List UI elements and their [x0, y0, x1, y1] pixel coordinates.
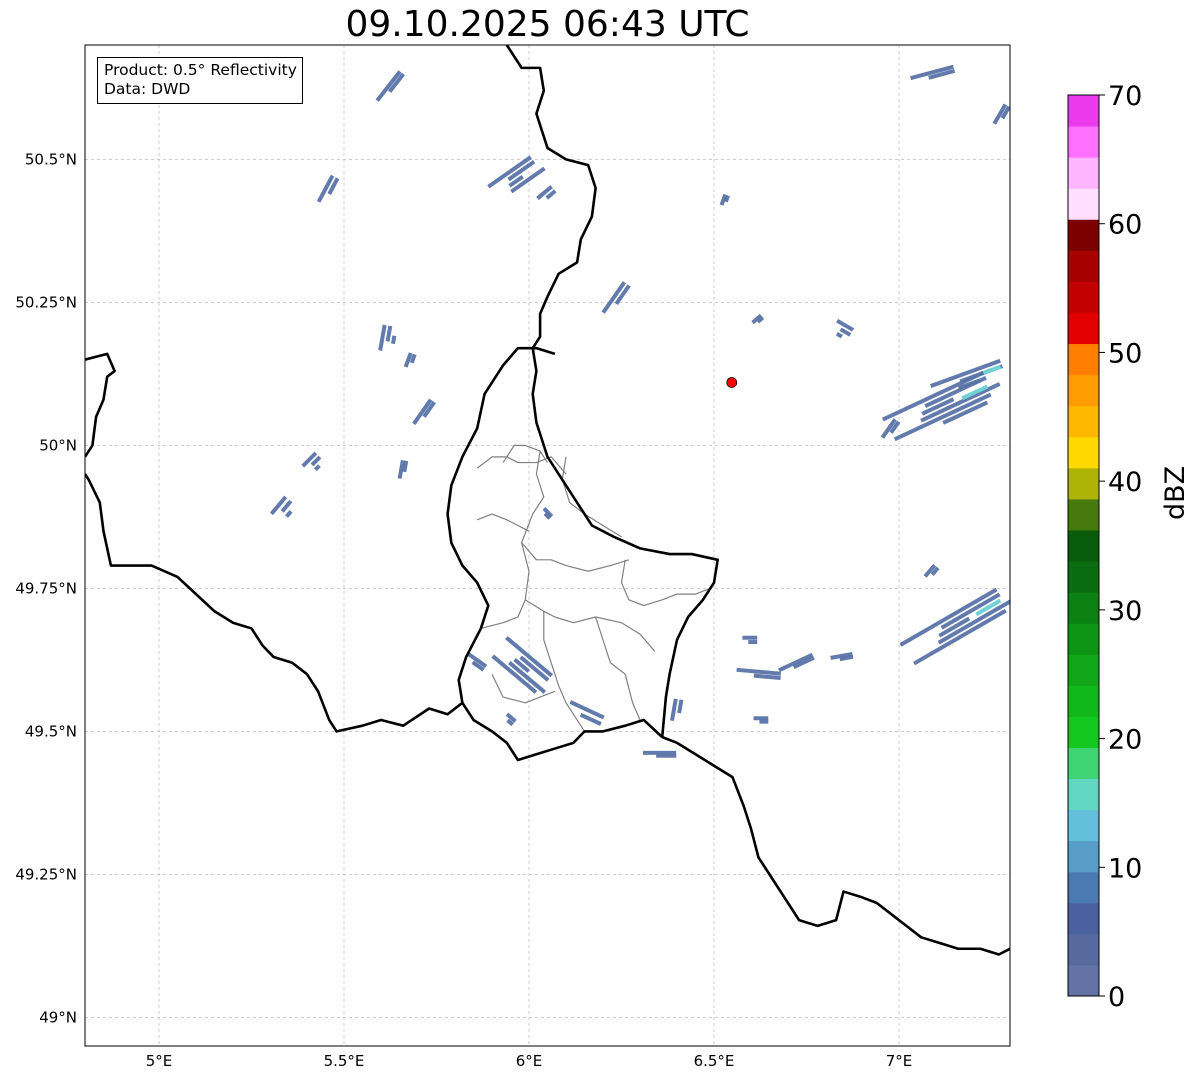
colorbar-tick-label: 70 [1108, 81, 1142, 112]
colorbar-segment [1068, 933, 1099, 966]
colorbar-segment [1068, 529, 1099, 562]
lon-tick-label: 7°E [886, 1052, 913, 1070]
colorbar-segment [1068, 343, 1099, 376]
colorbar: 0 10 20 30 40 50 60 70 [1067, 81, 1142, 1013]
data-source-label: Data: DWD [104, 80, 191, 98]
colorbar-segment [1068, 623, 1099, 655]
colorbar-segment [1068, 467, 1099, 500]
lon-tick-label: 6°E [516, 1052, 543, 1070]
lat-tick-label: 49.5°N [25, 722, 77, 740]
colorbar-tick-label: 10 [1108, 853, 1142, 884]
colorbar-segment [1068, 561, 1099, 593]
colorbar-tick-label: 60 [1108, 210, 1142, 241]
lat-tick-label: 50°N [39, 436, 77, 454]
product-info-box: Product: 0.5° Reflectivity Data: DWD [97, 57, 303, 104]
colorbar-segment [1068, 592, 1099, 624]
colorbar-segment [1068, 126, 1099, 158]
colorbar-segment [1068, 840, 1099, 873]
colorbar-segment [1068, 281, 1099, 313]
colorbar-segment [1068, 654, 1099, 686]
radar-site-layer [726, 377, 738, 388]
radar-map[interactable]: 5°E 5.5°E 6°E 6.5°E 7°E 50.5°N 50.25°N 50°N 49.7… [0, 0, 1202, 1081]
colorbar-tick-label: 40 [1108, 467, 1142, 498]
colorbar-segment [1068, 964, 1099, 997]
colorbar-segment [1068, 188, 1099, 220]
lat-tick-label: 50.25°N [15, 293, 77, 311]
lat-tick-label: 49.25°N [15, 865, 77, 883]
colorbar-segment [1068, 747, 1099, 780]
colorbar-tick-label: 0 [1108, 982, 1125, 1013]
colorbar-tick-label: 50 [1108, 338, 1142, 369]
radar-site-marker [726, 377, 738, 388]
colorbar-segment [1068, 778, 1099, 811]
lon-tick-label: 5°E [146, 1052, 173, 1070]
colorbar-tick-label: 20 [1108, 725, 1142, 756]
lat-tick-label: 50.5°N [25, 150, 77, 168]
colorbar-segment [1068, 157, 1099, 189]
colorbar-segment [1068, 250, 1099, 282]
colorbar-segment [1068, 95, 1099, 127]
colorbar-segment [1068, 312, 1099, 345]
lat-tick-label: 49.75°N [15, 579, 77, 597]
lon-tick-label: 6.5°E [694, 1052, 735, 1070]
colorbar-unit-label: dBZ [1160, 465, 1191, 520]
colorbar-segment [1068, 809, 1099, 842]
lon-tick-label: 5.5°E [324, 1052, 365, 1070]
colorbar-segment [1068, 716, 1099, 748]
colorbar-segment [1068, 219, 1099, 251]
lat-tick-label: 49°N [39, 1008, 77, 1026]
colorbar-segment [1068, 902, 1099, 935]
colorbar-tick-label: 30 [1108, 596, 1142, 627]
colorbar-segment [1068, 405, 1099, 438]
colorbar-segment [1068, 871, 1099, 904]
colorbar-segment [1068, 436, 1099, 469]
colorbar-segment [1068, 374, 1099, 407]
colorbar-segment [1068, 498, 1099, 531]
colorbar-segment [1068, 685, 1099, 717]
product-label: Product: 0.5° Reflectivity [104, 61, 297, 79]
